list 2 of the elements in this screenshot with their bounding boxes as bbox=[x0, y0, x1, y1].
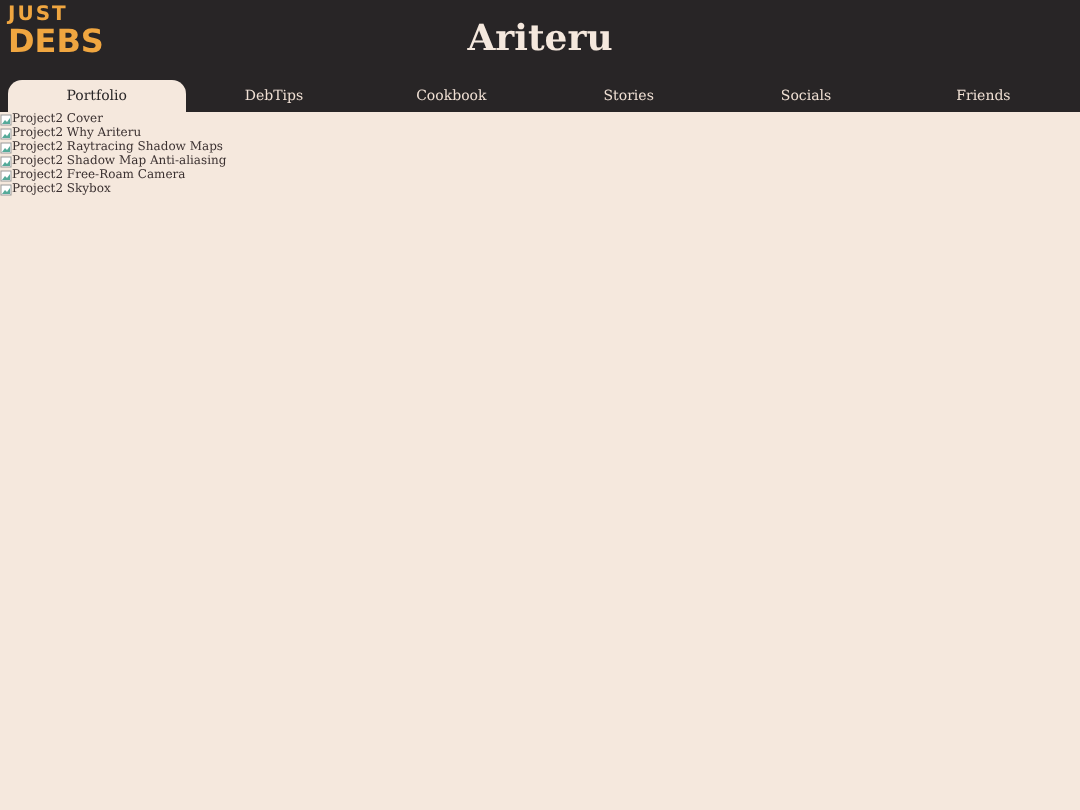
site-title: Ariteru bbox=[467, 16, 613, 64]
logo[interactable]: JUST DEBS bbox=[8, 6, 104, 58]
